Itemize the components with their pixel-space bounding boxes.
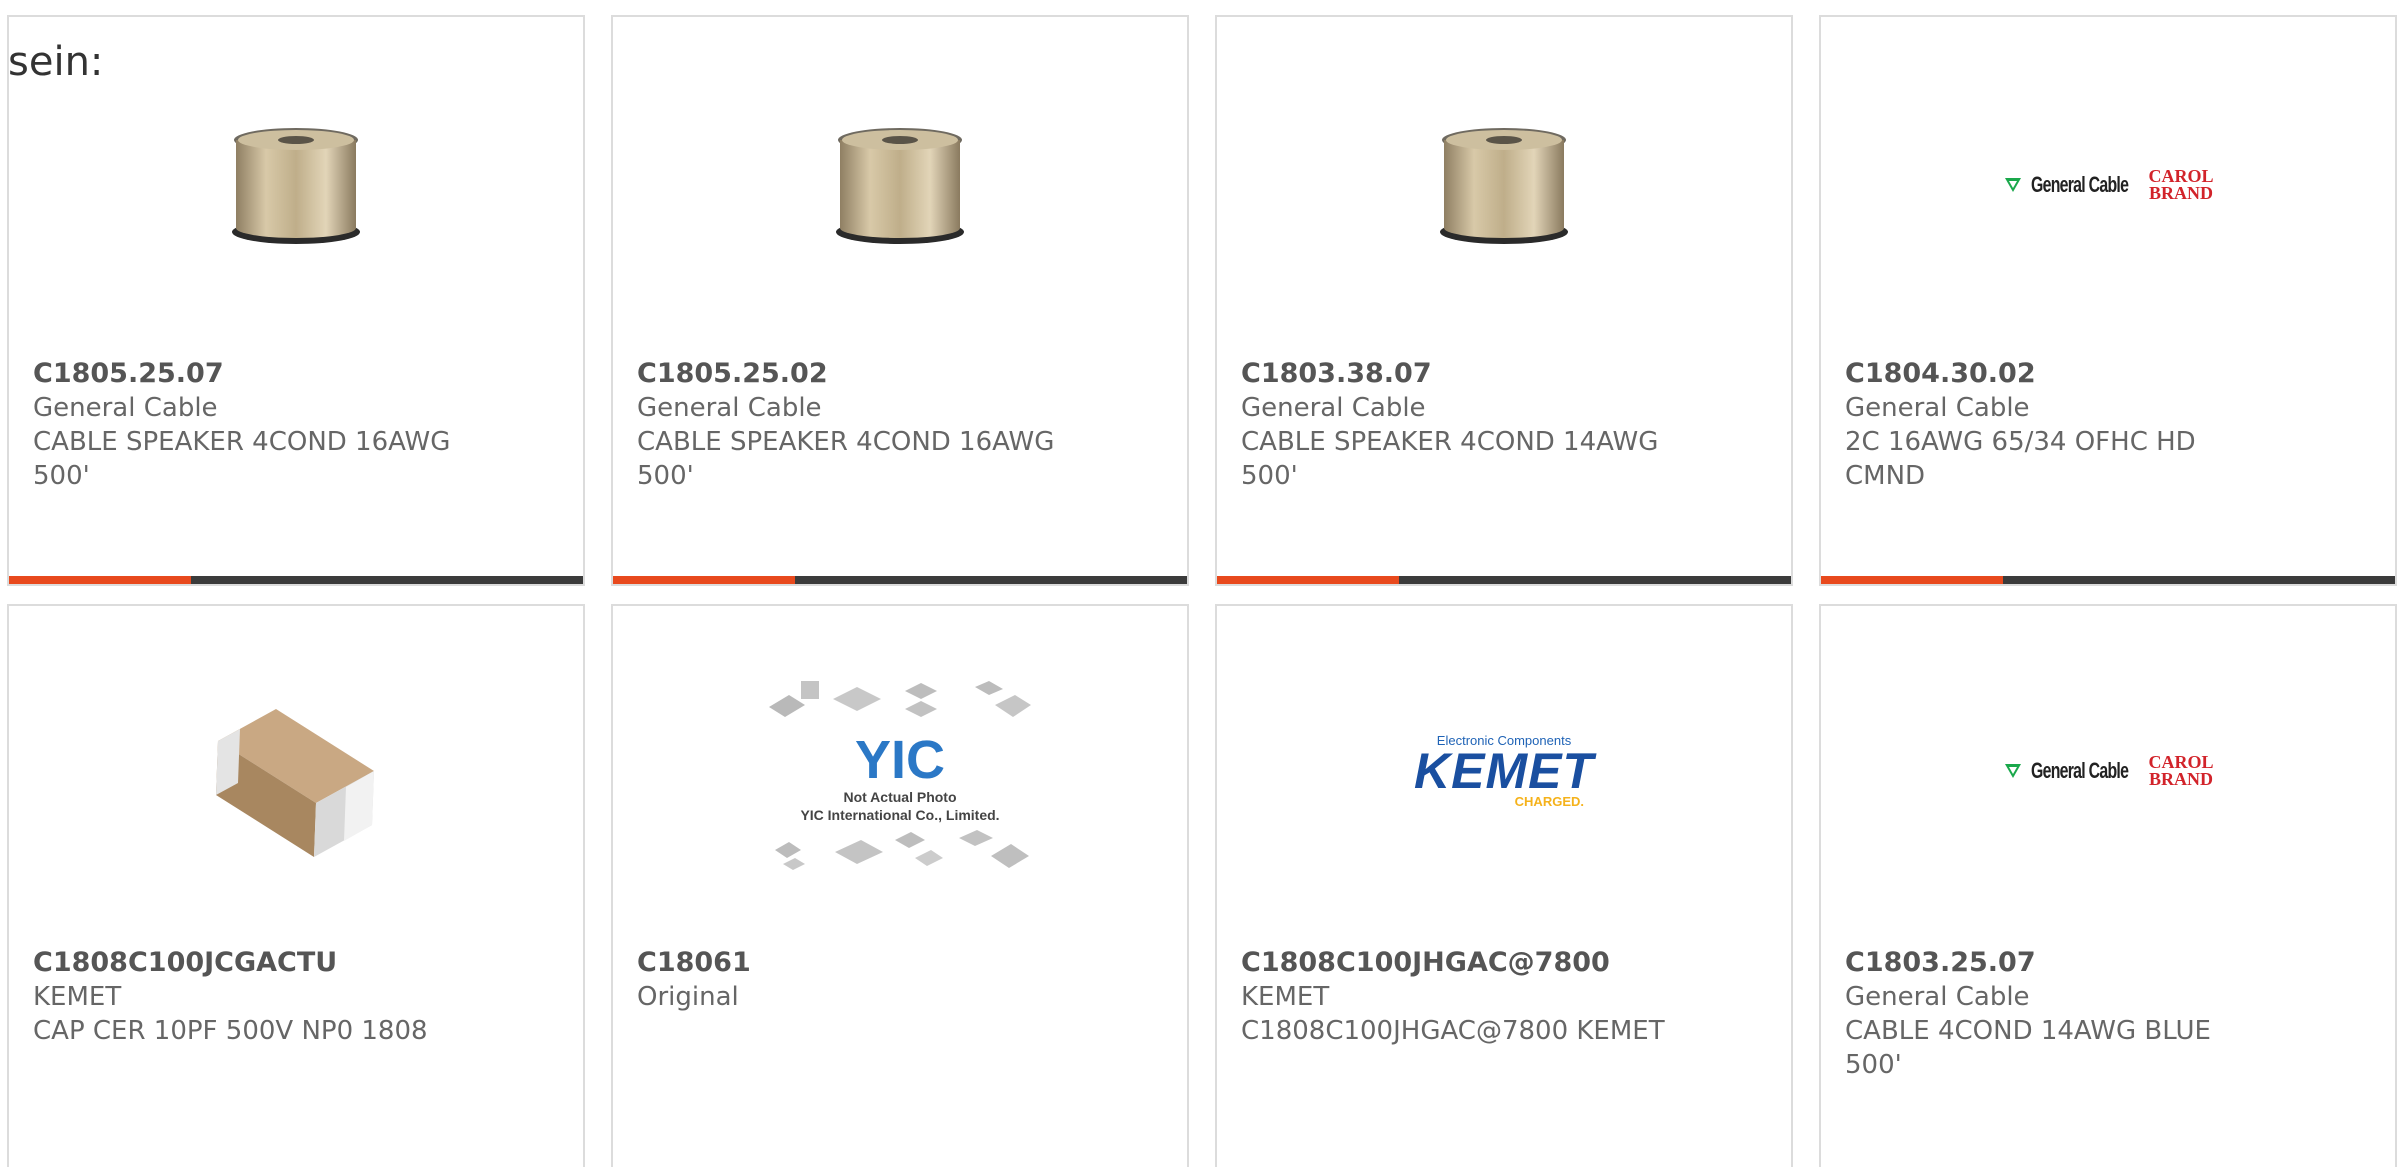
- general-cable-logo[interactable]: General Cable CAROL BRAND: [2004, 671, 2214, 871]
- part-number[interactable]: C1808C100JHGAC@7800: [1241, 946, 1767, 980]
- part-number[interactable]: C1808C100JCGACTU: [33, 946, 559, 980]
- card-accent-bar: [1217, 576, 1399, 584]
- card-bottom-bar: [613, 576, 1187, 584]
- product-card[interactable]: YIC Not Actual Photo YIC International C…: [611, 604, 1189, 1167]
- manufacturer: General Cable: [637, 393, 822, 423]
- product-info: C1808C100JHGAC@7800 KEMET C1808C100JHGAC…: [1241, 946, 1767, 1048]
- manufacturer: KEMET: [33, 982, 122, 1012]
- card-bottom-bar: [1217, 576, 1791, 584]
- kemet-logo[interactable]: Electronic Components KEMET CHARGED.: [1404, 671, 1604, 871]
- description: CAP CER 10PF 500V NP0 1808: [33, 1016, 428, 1046]
- card-bottom-bar: [1821, 576, 2395, 584]
- part-number[interactable]: C1803.25.07: [1845, 946, 2371, 980]
- manufacturer: Original: [637, 982, 739, 1012]
- product-card[interactable]: C1808C100JCGACTU KEMET CAP CER 10PF 500V…: [7, 604, 585, 1167]
- part-number[interactable]: C18061: [637, 946, 1163, 980]
- product-card[interactable]: General Cable CAROL BRAND C1803.25.07 Ge…: [1819, 604, 2397, 1167]
- product-info: C18061 Original: [637, 946, 1163, 1014]
- product-info: C1803.38.07 General Cable CABLE SPEAKER …: [1241, 357, 1767, 493]
- part-number[interactable]: C1805.25.07: [33, 357, 559, 391]
- shield-icon: [2004, 178, 2021, 192]
- ceramic-capacitor-image[interactable]: [196, 671, 396, 871]
- product-grid-page: sein: C1805.25.07 General Cable CABLE SP…: [0, 0, 2400, 1167]
- product-card[interactable]: C1805.25.07 General Cable CABLE SPEAKER …: [7, 15, 585, 586]
- general-cable-logo[interactable]: General Cable CAROL BRAND: [2004, 85, 2214, 285]
- part-number[interactable]: C1805.25.02: [637, 357, 1163, 391]
- description: CABLE SPEAKER 4COND 16AWG 500': [33, 427, 451, 491]
- placeholder-caption-line1: Not Actual Photo: [843, 789, 957, 805]
- cable-spool-image[interactable]: [1404, 85, 1604, 285]
- manufacturer: General Cable: [1241, 393, 1426, 423]
- description: 2C 16AWG 65/34 OFHC HD CMND: [1845, 427, 2196, 491]
- manufacturer: General Cable: [1845, 982, 2030, 1012]
- carol-brand-mark: CAROL BRAND: [2148, 166, 2214, 203]
- yic-logo: YIC: [854, 730, 946, 790]
- product-info: C1803.25.07 General Cable CABLE 4COND 14…: [1845, 946, 2371, 1082]
- description: CABLE SPEAKER 4COND 14AWG 500': [1241, 427, 1659, 491]
- product-info: C1804.30.02 General Cable 2C 16AWG 65/34…: [1845, 357, 2371, 493]
- part-number[interactable]: C1803.38.07: [1241, 357, 1767, 391]
- description: C1808C100JHGAC@7800 KEMET: [1241, 1016, 1665, 1046]
- product-card[interactable]: General Cable CAROL BRAND C1804.30.02 Ge…: [1819, 15, 2397, 586]
- product-card[interactable]: C1805.25.02 General Cable CABLE SPEAKER …: [611, 15, 1189, 586]
- description: CABLE 4COND 14AWG BLUE 500': [1845, 1016, 2211, 1080]
- product-info: C1808C100JCGACTU KEMET CAP CER 10PF 500V…: [33, 946, 559, 1048]
- product-info: C1805.25.07 General Cable CABLE SPEAKER …: [33, 357, 559, 493]
- card-bottom-bar: [9, 576, 583, 584]
- kemet-wordmark: KEMET: [1414, 743, 1594, 799]
- chips-icon: [769, 681, 1031, 717]
- section-heading: sein:: [8, 39, 104, 85]
- card-accent-bar: [9, 576, 191, 584]
- product-card[interactable]: Electronic Components KEMET CHARGED. C18…: [1215, 604, 1793, 1167]
- card-accent-bar: [1821, 576, 2003, 584]
- general-cable-wordmark: General Cable: [2030, 758, 2129, 783]
- general-cable-wordmark: General Cable: [2030, 172, 2129, 197]
- placeholder-caption-line2: YIC International Co., Limited.: [800, 807, 1000, 823]
- part-number[interactable]: C1804.30.02: [1845, 357, 2371, 391]
- product-card[interactable]: C1803.38.07 General Cable CABLE SPEAKER …: [1215, 15, 1793, 586]
- manufacturer: General Cable: [1845, 393, 2030, 423]
- description: CABLE SPEAKER 4COND 16AWG 500': [637, 427, 1055, 491]
- product-info: C1805.25.02 General Cable CABLE SPEAKER …: [637, 357, 1163, 493]
- cable-spool-image[interactable]: [196, 85, 396, 285]
- carol-brand-mark: CAROL BRAND: [2148, 752, 2214, 789]
- shield-icon: [2004, 764, 2021, 778]
- cable-spool-image[interactable]: [800, 85, 1000, 285]
- manufacturer: General Cable: [33, 393, 218, 423]
- chips-icon: [775, 830, 1029, 870]
- card-accent-bar: [613, 576, 795, 584]
- manufacturer: KEMET: [1241, 982, 1330, 1012]
- yic-placeholder-image[interactable]: YIC Not Actual Photo YIC International C…: [755, 658, 1045, 898]
